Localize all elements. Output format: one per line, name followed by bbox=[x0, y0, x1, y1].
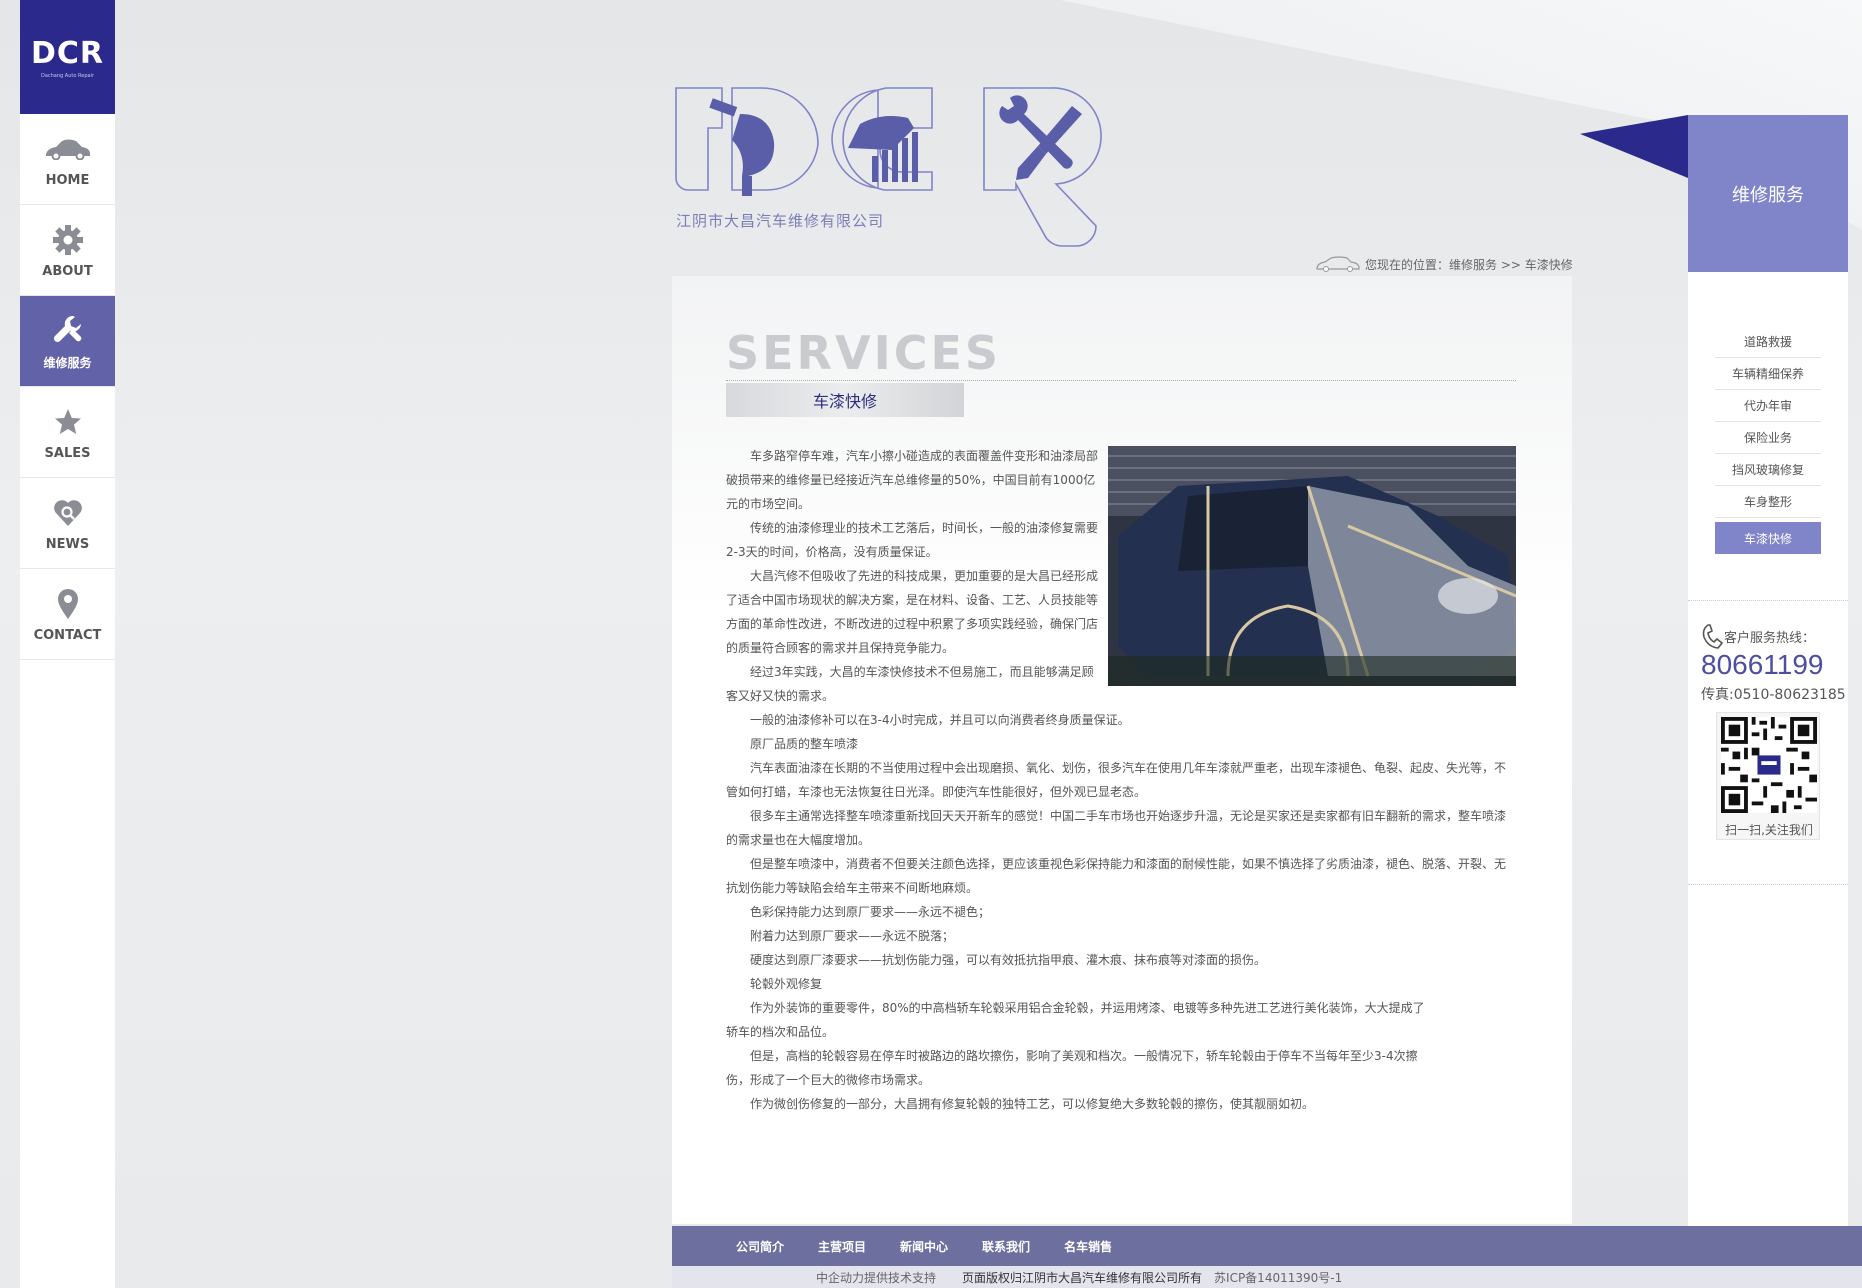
breadcrumb: 您现在的位置：维修服务 >> 车漆快修 bbox=[1315, 255, 1573, 273]
phone-icon bbox=[1702, 624, 1724, 649]
paragraph: 但是，高档的轮毂容易在停车时被路边的路坎擦伤，影响了美观和档次。一般情况下，轿车… bbox=[726, 1049, 1418, 1087]
qr-code-box: 扫一扫,关注我们 bbox=[1716, 712, 1820, 840]
menu-item-road-rescue[interactable]: 道路救援 bbox=[1715, 326, 1821, 358]
logo-text: DCR bbox=[30, 35, 105, 71]
hotline-number: 80661199 bbox=[1701, 649, 1824, 680]
heart-search-icon bbox=[52, 495, 84, 531]
footer-link-about[interactable]: 公司简介 bbox=[736, 1238, 784, 1255]
location-pin-icon bbox=[56, 586, 80, 622]
divider bbox=[726, 380, 1516, 381]
nav-label: SALES bbox=[44, 445, 91, 461]
paragraph: 但是整车喷漆中，消费者不但要关注颜色选择，更应该重视色彩保持能力和漆面的耐候性能… bbox=[726, 857, 1507, 895]
paragraph: 经过3年实践，大昌的车漆快修技术不但易施工，而且能够满足顾客又好又快的需求。 bbox=[726, 665, 1094, 703]
nav-item-repair-service[interactable]: 维修服务 bbox=[20, 296, 115, 387]
page-subtitle: 车漆快修 bbox=[726, 383, 964, 417]
star-icon bbox=[53, 404, 83, 440]
service-menu: 道路救援 车辆精细保养 代办年审 保险业务 挡风玻璃修复 车身整形 车漆快修 bbox=[1688, 326, 1848, 554]
article-body: 车多路窄停车难，汽车小擦小碰造成的表面覆盖件变形和油漆局部破损带来的维修量已经接… bbox=[726, 444, 1516, 1116]
menu-item-body-repair[interactable]: 车身整形 bbox=[1715, 486, 1821, 518]
nav-item-about[interactable]: ABOUT bbox=[20, 205, 115, 296]
paragraph: 作为外装饰的重要零件，80%的中高档轿车轮毂采用铝合金轮毂，并运用烤漆、电镀等多… bbox=[726, 1001, 1425, 1039]
right-header-triangle bbox=[1580, 115, 1688, 178]
paragraph: 很多车主通常选择整车喷漆重新找回天天开新车的感觉！中国二手车市场也开始逐步升温，… bbox=[726, 809, 1507, 847]
footer-link-services[interactable]: 主营项目 bbox=[818, 1238, 866, 1255]
right-sidebar-title-text: 维修服务 bbox=[1732, 184, 1804, 206]
footer-link-car-sales[interactable]: 名车销售 bbox=[1064, 1238, 1112, 1255]
logo-subtitle: Dachang Auto Repair bbox=[40, 72, 95, 79]
fax-number: 传真:0510-80623185 bbox=[1701, 687, 1846, 703]
nav-item-contact[interactable]: CONTACT bbox=[20, 569, 115, 660]
qr-label: 扫一扫,关注我们 bbox=[1725, 823, 1813, 837]
paragraph: 轮毂外观修复 bbox=[750, 977, 823, 991]
paragraph: 大昌汽修不但吸收了先进的科技成果，更加重要的是大昌已经形成了适合中国市场现状的解… bbox=[726, 569, 1099, 655]
page-subtitle-text: 车漆快修 bbox=[812, 392, 877, 411]
section-title: SERVICES bbox=[726, 326, 1002, 380]
wrench-icon bbox=[51, 312, 85, 348]
main-content: SERVICES 车漆快修 车多路窄停车难，汽车小擦小碰造成的表面覆盖件变形和油… bbox=[672, 276, 1572, 1224]
menu-item-paint-repair[interactable]: 车漆快修 bbox=[1715, 522, 1821, 554]
right-sidebar: 维修服务 道路救援 车辆精细保养 代办年审 保险业务 挡风玻璃修复 车身整形 车… bbox=[1688, 115, 1848, 1288]
nav-label: CONTACT bbox=[33, 627, 102, 643]
nav-item-news[interactable]: NEWS bbox=[20, 478, 115, 569]
paragraph: 作为微创伤修复的一部分，大昌拥有修复轮毂的独特工艺，可以修复绝大多数轮毂的擦伤，… bbox=[750, 1097, 1315, 1111]
paragraph: 硬度达到原厂漆要求——抗划伤能力强，可以有效抵抗指甲痕、灌木痕、抹布痕等对漆面的… bbox=[750, 953, 1267, 967]
menu-item-windshield[interactable]: 挡风玻璃修复 bbox=[1715, 454, 1821, 486]
menu-item-detailing[interactable]: 车辆精细保养 bbox=[1715, 358, 1821, 390]
footer-link-news[interactable]: 新闻中心 bbox=[900, 1238, 948, 1255]
nav-label: ABOUT bbox=[42, 263, 93, 279]
contact-box: 客户服务热线： 80661199 传真:0510-80623185 扫一扫,关注… bbox=[1688, 600, 1848, 885]
nav-label: HOME bbox=[45, 172, 90, 188]
paragraph: 附着力达到原厂要求——永远不脱落； bbox=[750, 929, 955, 943]
breadcrumb-text: 您现在的位置：维修服务 >> 车漆快修 bbox=[1365, 257, 1573, 272]
nav-item-home[interactable]: HOME bbox=[20, 114, 115, 205]
nav-label: 维修服务 bbox=[43, 355, 92, 370]
car-icon bbox=[44, 131, 92, 167]
copyright-text: 页面版权归江阴市大昌汽车维修有限公司所有 bbox=[962, 1270, 1203, 1285]
paragraph: 传统的油漆修理业的技术工艺落后，时间长，一般的油漆修复需要2-3天的时间，价格高… bbox=[726, 521, 1099, 559]
right-sidebar-title: 维修服务 bbox=[1688, 115, 1848, 272]
menu-item-insurance[interactable]: 保险业务 bbox=[1715, 422, 1821, 454]
paragraph: 原厂品质的整车喷漆 bbox=[750, 737, 859, 751]
qr-code-icon bbox=[1721, 717, 1817, 813]
car-outline-icon bbox=[1316, 256, 1360, 272]
left-sidebar: DCR Dachang Auto Repair HOME ABOUT 维修服务 … bbox=[20, 0, 115, 1288]
footer-link-contact[interactable]: 联系我们 bbox=[982, 1238, 1030, 1255]
icp-number[interactable]: 苏ICP备14011390号-1 bbox=[1214, 1269, 1342, 1286]
nav-label: NEWS bbox=[45, 536, 90, 552]
company-name: 江阴市大昌汽车维修有限公司 bbox=[676, 212, 885, 230]
gear-icon bbox=[52, 222, 84, 258]
hotline-label-text: 客户服务热线： bbox=[1724, 630, 1816, 646]
nav-item-sales[interactable]: SALES bbox=[20, 387, 115, 478]
logo[interactable]: DCR Dachang Auto Repair bbox=[20, 0, 115, 114]
paragraph: 汽车表面油漆在长期的不当使用过程中会出现磨损、氧化、划伤，很多汽车在使用几年车漆… bbox=[726, 761, 1507, 799]
paragraph: 色彩保持能力达到原厂要求——永远不褪色； bbox=[750, 905, 991, 919]
footer-nav: 公司简介 主营项目 新闻中心 联系我们 名车销售 bbox=[672, 1226, 1862, 1266]
copyright-bar: 中企动力提供技术支持 页面版权归江阴市大昌汽车维修有限公司所有 苏ICP备140… bbox=[672, 1266, 1862, 1288]
tech-support[interactable]: 中企动力提供技术支持 bbox=[816, 1269, 936, 1286]
paragraph: 车多路窄停车难，汽车小擦小碰造成的表面覆盖件变形和油漆局部破损带来的维修量已经接… bbox=[726, 449, 1099, 511]
hotline-label: 客户服务热线： bbox=[1702, 623, 1815, 649]
menu-item-annual-inspection[interactable]: 代办年审 bbox=[1715, 390, 1821, 422]
paragraph: 一般的油漆修补可以在3-4小时完成，并且可以向消费者终身质量保证。 bbox=[750, 713, 1130, 727]
